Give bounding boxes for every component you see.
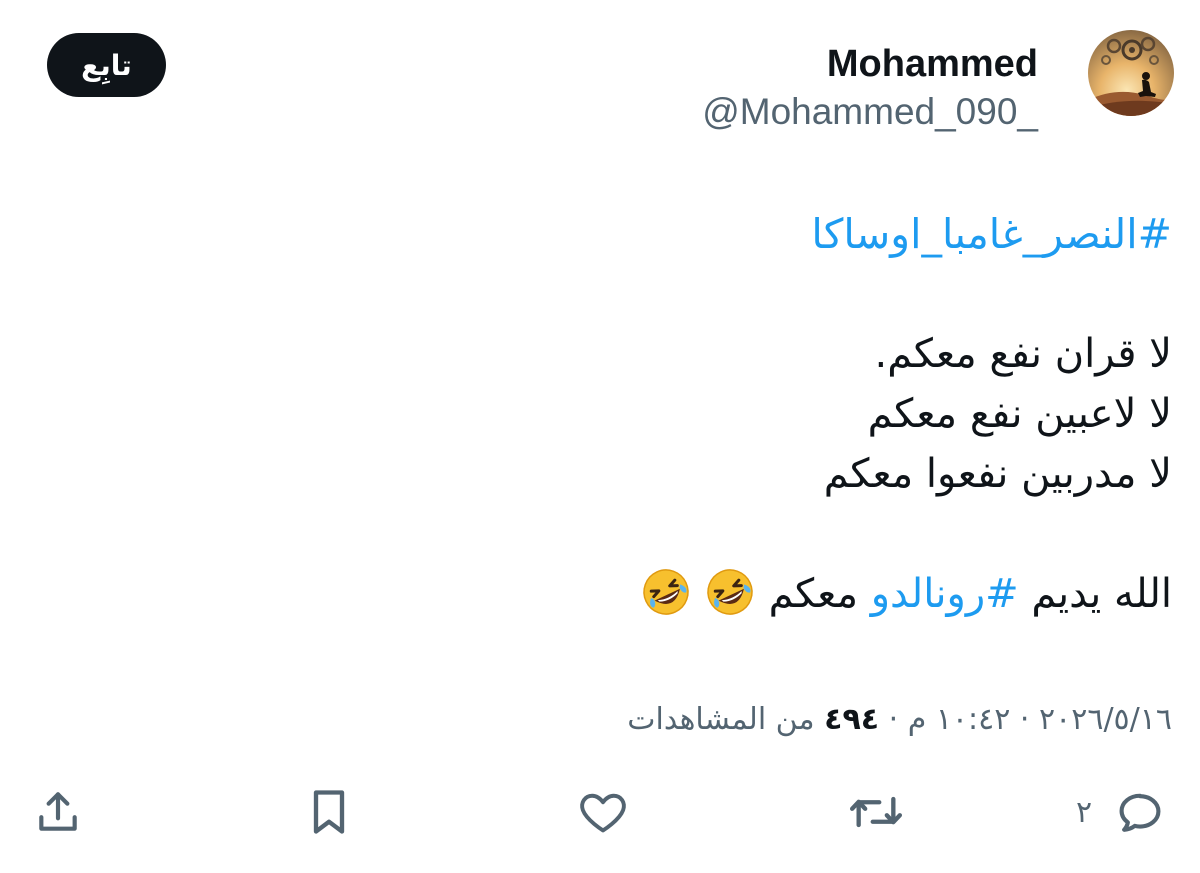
retweet-icon — [850, 796, 902, 828]
tweet-line-final: الله يديم #رونالدو معكم — [92, 564, 1172, 624]
share-button[interactable] — [33, 786, 83, 838]
tweet-meta: ٢٠٢٦/٥/١٦ · ١٠:٤٢ م · ٤٩٤ من المشاهدات — [627, 695, 1172, 745]
tweet-text: #النصر_غامبا_اوساكا لا قران نفع معكم. لا… — [92, 204, 1172, 624]
reply-icon — [1119, 793, 1161, 832]
bookmark-icon — [313, 790, 345, 834]
reply-count: ٢ — [1076, 794, 1093, 830]
tweet-line-2: لا لاعبين نفع معكم — [867, 391, 1172, 437]
views-label: من المشاهدات — [627, 702, 815, 737]
follow-button[interactable]: تابِع — [47, 33, 166, 97]
meta-separator: · — [1010, 702, 1039, 737]
reply-button[interactable]: ٢ — [1076, 786, 1166, 838]
like-button[interactable] — [576, 786, 630, 838]
avatar[interactable] — [1088, 30, 1174, 116]
tweet-line-3: لا مدربين نفعوا معكم — [823, 451, 1172, 497]
laughing-emoji-icon — [706, 569, 753, 615]
hashtag-link-nassr[interactable]: #النصر_غامبا_اوساكا — [811, 210, 1172, 258]
tweet-line-final-prefix: الله يديم — [1018, 571, 1172, 617]
tweet-time[interactable]: ١٠:٤٢ م — [908, 702, 1011, 737]
tweet-line-final-suffix: معكم — [768, 571, 871, 617]
tweet-date[interactable]: ٢٠٢٦/٥/١٦ — [1039, 702, 1172, 737]
views-count: ٤٩٤ — [824, 702, 880, 737]
hashtag-link-ronaldo[interactable]: #رونالدو — [871, 571, 1019, 617]
bookmark-button[interactable] — [306, 786, 352, 838]
avatar-image — [1088, 30, 1174, 116]
meta-separator: · — [879, 702, 908, 737]
display-name[interactable]: Mohammed — [827, 40, 1038, 88]
laughing-emoji-icon — [642, 569, 689, 615]
tweet-line-1: لا قران نفع معكم. — [874, 331, 1172, 377]
share-icon — [39, 792, 77, 831]
user-handle[interactable]: @Mohammed_090_ — [702, 88, 1038, 136]
heart-icon — [580, 793, 626, 833]
retweet-button[interactable] — [846, 786, 906, 838]
